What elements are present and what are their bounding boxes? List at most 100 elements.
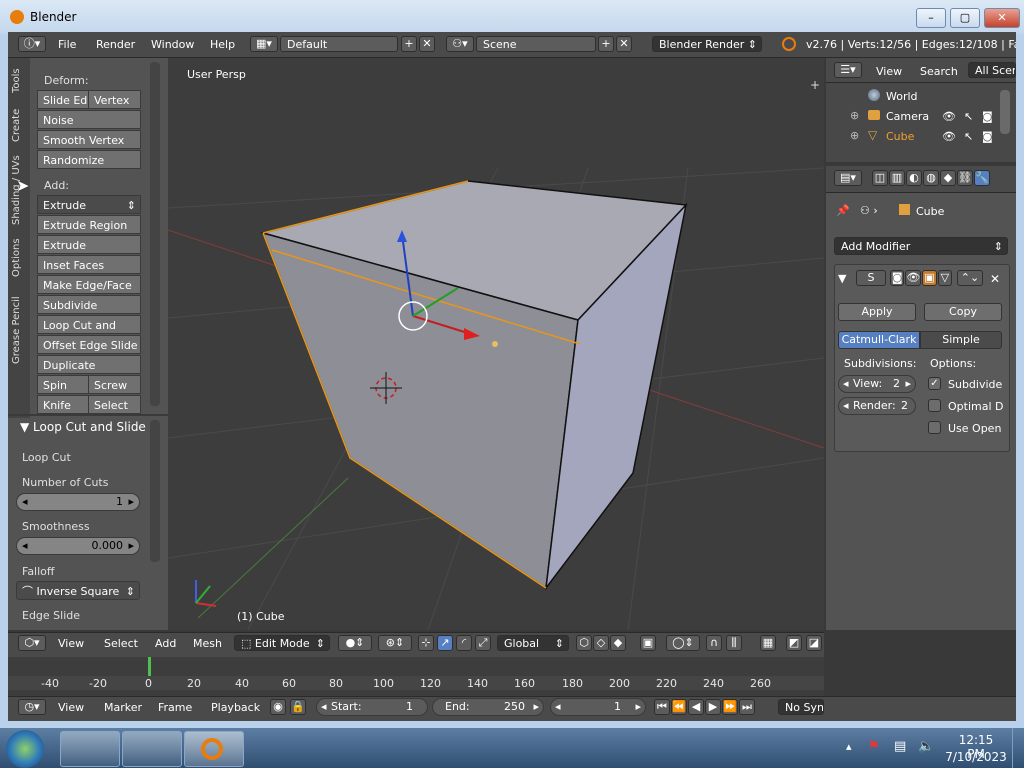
menu-window[interactable]: Window bbox=[151, 38, 194, 51]
timeline-editor-icon[interactable]: ◷▾ bbox=[18, 699, 46, 715]
frame-menu[interactable]: Frame bbox=[158, 701, 192, 714]
render-levels-field[interactable]: ◂ Render: 2 bbox=[838, 397, 916, 415]
use-opensubdiv-checkbox[interactable] bbox=[928, 421, 941, 434]
knife-button[interactable]: Knife bbox=[37, 395, 89, 414]
minimize-button[interactable]: – bbox=[916, 8, 946, 28]
tab-grease-pencil[interactable]: Grease Pencil bbox=[11, 290, 27, 370]
jump-keyframe-forward-icon[interactable]: ⏩ bbox=[722, 699, 738, 715]
subsurf-name-field[interactable]: S bbox=[856, 270, 886, 286]
tray-expand-icon[interactable]: ▴ bbox=[846, 740, 852, 753]
outliner-scrollbar[interactable] bbox=[1000, 90, 1010, 134]
optimal-display-checkbox[interactable] bbox=[928, 399, 941, 412]
render-engine-select[interactable]: Blender Render ⇕ bbox=[652, 36, 762, 52]
operator-scrollbar[interactable] bbox=[150, 420, 160, 562]
tab-tools[interactable]: Tools bbox=[11, 64, 27, 98]
properties-editor-icon[interactable]: ▤▾ bbox=[834, 170, 862, 186]
outliner-search-menu[interactable]: Search bbox=[920, 65, 958, 78]
render-layers-tab-icon[interactable]: ▥ bbox=[889, 170, 905, 186]
remove-scene-icon[interactable]: ✕ bbox=[616, 36, 632, 52]
taskbar-downloads-icon[interactable] bbox=[122, 731, 182, 767]
copy-button[interactable]: Copy bbox=[924, 303, 1002, 321]
view-menu[interactable]: View bbox=[58, 637, 84, 650]
render-camera-icon[interactable]: ◙ bbox=[982, 110, 993, 123]
3d-viewport[interactable] bbox=[168, 58, 824, 630]
scene-icon[interactable]: ⚇▾ bbox=[446, 36, 474, 52]
select-button[interactable]: Select bbox=[88, 395, 141, 414]
scene-field[interactable]: Scene bbox=[476, 36, 596, 52]
jump-keyframe-back-icon[interactable]: ⏪ bbox=[671, 699, 687, 715]
face-select-icon[interactable]: ◆ bbox=[610, 635, 626, 651]
close-button[interactable]: ✕ bbox=[984, 8, 1020, 28]
world-tab-icon[interactable]: ◍ bbox=[923, 170, 939, 186]
number-of-cuts-field[interactable]: ◂ 1 ▸ bbox=[16, 493, 140, 511]
vertex-select-icon[interactable]: ⬡ bbox=[576, 635, 592, 651]
menu-render[interactable]: Render bbox=[96, 38, 135, 51]
falloff-dropdown[interactable]: ⌒ Inverse Square ⇕ bbox=[16, 581, 140, 600]
extrude-individual-button[interactable]: Extrude Individual bbox=[37, 235, 141, 271]
tray-volume-icon[interactable]: 🔈 bbox=[918, 739, 934, 754]
select-arrow-icon[interactable]: ↖ bbox=[964, 130, 973, 143]
render-toggle-icon[interactable]: ◙ bbox=[890, 270, 905, 286]
scale-manipulator-icon[interactable]: ⤢ bbox=[475, 635, 491, 651]
scene-tab-icon[interactable]: ◐ bbox=[906, 170, 922, 186]
extrude-dropdown[interactable]: Extrude ⇕ bbox=[37, 195, 141, 214]
tool-shelf-scrollbar[interactable] bbox=[150, 62, 160, 406]
screw-button[interactable]: Screw bbox=[88, 375, 141, 394]
translate-manipulator-icon[interactable]: ↗ bbox=[437, 635, 453, 651]
operator-panel-title[interactable]: ▼ Loop Cut and Slide bbox=[20, 420, 146, 434]
inset-faces-button[interactable]: Inset Faces bbox=[37, 255, 141, 274]
start-frame-field[interactable]: ◂ Start: 1 bbox=[316, 698, 428, 716]
slide-edge-button[interactable]: Slide Ed bbox=[37, 90, 89, 109]
offset-edge-slide-button[interactable]: Offset Edge Slide bbox=[37, 335, 141, 354]
simple-toggle[interactable]: Simple bbox=[920, 331, 1002, 349]
modifier-collapse-icon[interactable]: ▼ bbox=[838, 272, 846, 285]
smooth-vertex-button[interactable]: Smooth Vertex bbox=[37, 130, 141, 149]
modifiers-wrench-tab-icon[interactable]: 🔧 bbox=[974, 170, 990, 186]
limit-selection-icon[interactable]: ▣ bbox=[640, 635, 656, 651]
render-tab-icon[interactable]: ◫ bbox=[872, 170, 888, 186]
tray-network-icon[interactable]: ▤ bbox=[894, 739, 906, 754]
render-camera-icon[interactable]: ◙ bbox=[982, 130, 993, 143]
outliner-item-cube[interactable]: Cube bbox=[886, 130, 914, 143]
sync-mode-select[interactable]: No Sync bbox=[778, 699, 824, 715]
opengl-anim-icon[interactable]: ◪ bbox=[806, 635, 822, 651]
jump-end-icon[interactable]: ⏭ bbox=[739, 699, 755, 715]
subdivide-uvs-checkbox[interactable]: ✓ bbox=[928, 377, 941, 390]
select-arrow-icon[interactable]: ↖ bbox=[964, 110, 973, 123]
remove-modifier-icon[interactable]: ✕ bbox=[990, 272, 1000, 286]
snap-magnet-icon[interactable]: ∩ bbox=[706, 635, 722, 651]
view-levels-field[interactable]: ◂ View: 2 ▸ bbox=[838, 375, 916, 393]
lock-icon[interactable]: 🔒 bbox=[290, 699, 306, 715]
menu-help[interactable]: Help bbox=[210, 38, 235, 51]
current-frame-indicator[interactable] bbox=[148, 657, 151, 676]
jump-start-icon[interactable]: ⏮ bbox=[654, 699, 670, 715]
move-modifier-icon[interactable]: ⌃⌄ bbox=[957, 270, 983, 286]
duplicate-button[interactable]: Duplicate bbox=[37, 355, 141, 374]
3d-view-editor-icon[interactable]: ⬡▾ bbox=[18, 635, 46, 651]
snap-element-icon[interactable]: ⫼ bbox=[726, 635, 742, 651]
tray-action-center-icon[interactable]: ⚑ bbox=[868, 739, 880, 754]
visibility-eye-icon[interactable]: 👁 bbox=[942, 110, 956, 123]
opengl-render-icon[interactable]: ◩ bbox=[786, 635, 802, 651]
spin-button[interactable]: Spin bbox=[37, 375, 89, 394]
tab-options[interactable]: Options bbox=[11, 234, 27, 282]
layout-grid-icon[interactable]: ▦▾ bbox=[250, 36, 278, 52]
tab-create[interactable]: Create bbox=[11, 104, 27, 146]
transform-orientation-select[interactable]: Global ⇕ bbox=[497, 635, 569, 651]
pivot-point-icon[interactable]: ⊛⇕ bbox=[378, 635, 412, 651]
subdivide-button[interactable]: Subdivide bbox=[37, 295, 141, 314]
object-tab-icon[interactable]: ◆ bbox=[940, 170, 956, 186]
visibility-eye-icon[interactable]: 👁 bbox=[942, 130, 956, 143]
outliner-item-camera[interactable]: Camera bbox=[886, 110, 929, 123]
viewport-eye-toggle-icon[interactable]: 👁 bbox=[905, 270, 922, 286]
playback-menu[interactable]: Playback bbox=[211, 701, 260, 714]
add-menu[interactable]: Add bbox=[155, 637, 176, 650]
play-icon[interactable]: ▶ bbox=[705, 699, 721, 715]
end-frame-field[interactable]: End: 250 ▸ bbox=[432, 698, 544, 716]
edit-mode-toggle-icon[interactable]: ▣ bbox=[922, 270, 937, 286]
manipulator-toggle-icon[interactable]: ⊹ bbox=[418, 635, 434, 651]
timeline-view-menu[interactable]: View bbox=[58, 701, 84, 714]
catmull-clark-toggle[interactable]: Catmull-Clark bbox=[838, 331, 920, 349]
rotate-manipulator-icon[interactable]: ◜ bbox=[456, 635, 472, 651]
render-preview-icon[interactable]: ▦ bbox=[760, 635, 776, 651]
